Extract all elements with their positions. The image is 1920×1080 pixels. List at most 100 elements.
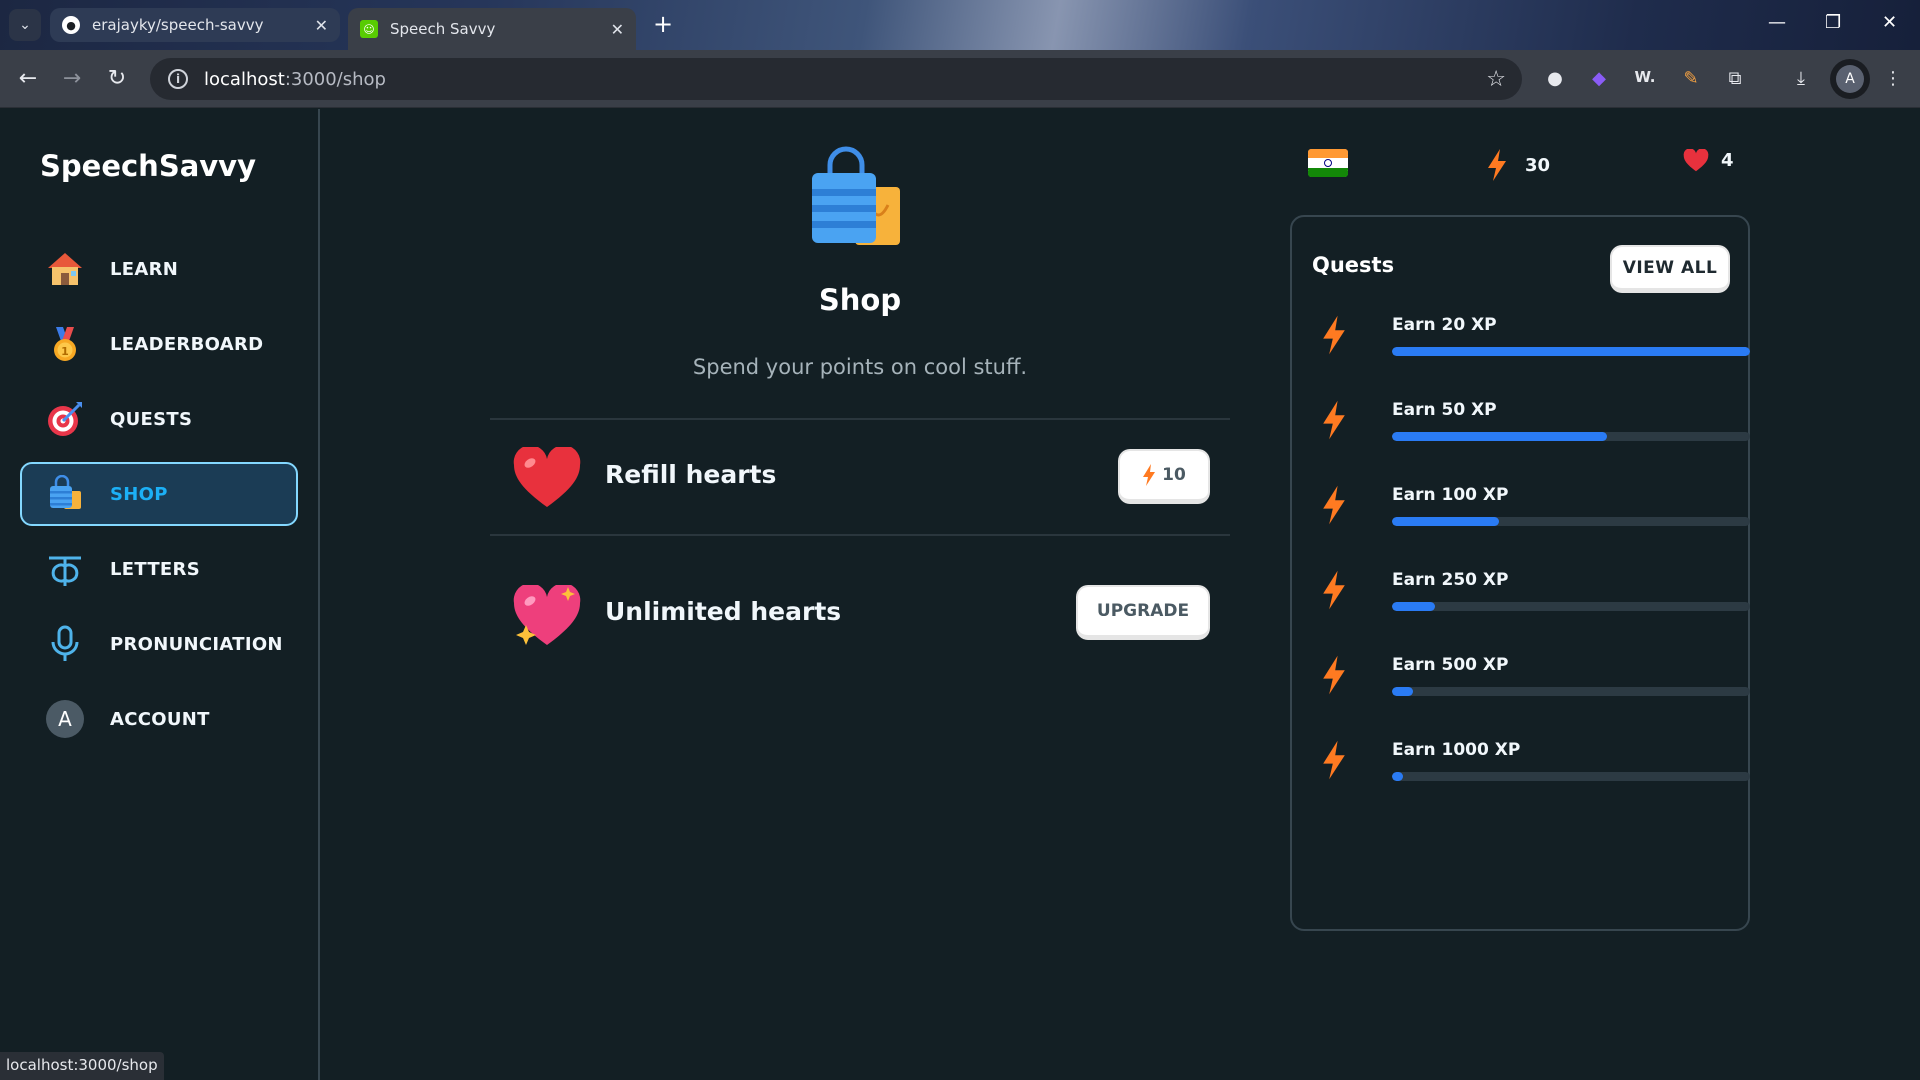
quest-progress-fill <box>1392 347 1750 356</box>
menu-kebab-icon[interactable]: ⋮ <box>1880 68 1906 89</box>
quest-item: Earn 250 XP <box>1312 570 1750 640</box>
quest-label: Earn 20 XP <box>1392 315 1497 335</box>
quest-progress-bar <box>1392 347 1750 356</box>
language-flag[interactable] <box>1308 149 1348 177</box>
sidebar-item-label: SHOP <box>110 483 168 505</box>
bolt-icon <box>1322 655 1346 699</box>
sidebar-item-label: PRONUNCIATION <box>110 633 283 655</box>
sidebar-item-label: LEADERBOARD <box>110 333 264 355</box>
bolt-icon <box>1322 400 1346 444</box>
unlimited-hearts-label: Unlimited hearts <box>605 597 842 626</box>
shopping-bag-icon <box>44 473 86 515</box>
extensions-puzzle-icon[interactable]: ⧉ <box>1722 68 1748 89</box>
sidebar-item-quests[interactable]: QUESTS <box>20 387 298 451</box>
sidebar-item-letters[interactable]: LETTERS <box>20 537 298 601</box>
forward-icon[interactable]: → <box>57 64 87 94</box>
extension-drop-icon[interactable]: ◆ <box>1586 68 1612 89</box>
sidebar-item-label: LETTERS <box>110 558 200 580</box>
sidebar-nav: LEARN 1 LEADERBOARD QUESTS SHOP LETTERS … <box>20 237 298 762</box>
quest-item: Earn 50 XP <box>1312 400 1750 470</box>
divider <box>490 418 1230 420</box>
quest-progress-fill <box>1392 772 1403 781</box>
status-bar-url: localhost:3000/shop <box>0 1052 164 1080</box>
close-window-icon[interactable]: ✕ <box>1882 12 1897 33</box>
quests-title: Quests <box>1312 253 1395 277</box>
tab-search-button[interactable]: ⌄ <box>9 9 41 41</box>
quest-progress-bar <box>1392 432 1750 441</box>
quest-item: Earn 100 XP <box>1312 485 1750 555</box>
refill-hearts-label: Refill hearts <box>605 460 777 489</box>
sidebar-item-label: LEARN <box>110 258 179 280</box>
browser-tab-speech-savvy[interactable]: ☺ Speech Savvy ✕ <box>348 8 636 50</box>
hearts-stat[interactable]: 4 <box>1683 149 1734 172</box>
tab-title: Speech Savvy <box>390 20 496 38</box>
url-host: localhost <box>204 68 285 90</box>
page-subtitle: Spend your points on cool stuff. <box>692 355 1028 379</box>
quest-item: Earn 500 XP <box>1312 655 1750 725</box>
sidebar-item-account[interactable]: A ACCOUNT <box>20 687 298 751</box>
quest-label: Earn 1000 XP <box>1392 740 1521 760</box>
close-icon[interactable]: ✕ <box>611 20 624 39</box>
new-tab-button[interactable]: + <box>650 12 676 38</box>
sidebar-item-leaderboard[interactable]: 1 LEADERBOARD <box>20 312 298 376</box>
page-title: Shop <box>818 283 902 317</box>
browser-tab-github[interactable]: ● erajayky/speech-savvy ✕ <box>50 8 340 42</box>
sidebar-item-pronunciation[interactable]: PRONUNCIATION <box>20 612 298 676</box>
upgrade-button[interactable]: UPGRADE <box>1076 585 1210 640</box>
extension-pen-icon[interactable]: ✎ <box>1678 68 1704 89</box>
reload-icon[interactable]: ↻ <box>102 64 132 94</box>
quest-progress-fill <box>1392 517 1500 526</box>
url-path: :3000/shop <box>284 68 386 90</box>
quests-card: Quests VIEW ALL Earn 20 XP Earn 50 XP Earn… <box>1290 215 1750 931</box>
refill-hearts-cost: 10 <box>1162 465 1186 485</box>
quest-label: Earn 500 XP <box>1392 655 1509 675</box>
quest-label: Earn 50 XP <box>1392 400 1497 420</box>
site-info-icon[interactable]: i <box>168 69 188 89</box>
address-bar[interactable]: i localhost:3000/shop ☆ <box>150 58 1522 100</box>
bolt-icon <box>1322 485 1346 529</box>
quest-item: Earn 1000 XP <box>1312 740 1750 810</box>
browser-tab-bar: ⌄ ● erajayky/speech-savvy ✕ ☺ Speech Sav… <box>0 0 1920 50</box>
quest-progress-bar <box>1392 602 1750 611</box>
app-favicon-icon: ☺ <box>360 20 378 38</box>
refill-hearts-button[interactable]: 10 <box>1118 449 1210 504</box>
back-icon[interactable]: ← <box>13 64 43 94</box>
sidebar-item-learn[interactable]: LEARN <box>20 237 298 301</box>
bookmark-star-icon[interactable]: ☆ <box>1486 67 1506 92</box>
quest-item: Earn 20 XP <box>1312 315 1750 385</box>
house-icon <box>44 248 86 290</box>
app-logo[interactable]: SpeechSavvy <box>40 149 256 183</box>
extension-w-icon[interactable]: W. <box>1632 68 1658 86</box>
github-icon: ● <box>62 16 80 34</box>
quest-progress-bar <box>1392 772 1750 781</box>
bolt-icon <box>1322 740 1346 784</box>
close-icon[interactable]: ✕ <box>315 16 328 35</box>
medal-icon: 1 <box>44 323 86 365</box>
bolt-icon <box>1487 149 1507 181</box>
sidebar-item-label: ACCOUNT <box>110 708 210 730</box>
download-icon[interactable]: ⤓ <box>1788 68 1814 89</box>
account-avatar-icon: A <box>44 698 86 740</box>
bolt-icon <box>1142 464 1156 486</box>
heart-icon <box>512 445 582 513</box>
browser-toolbar: ← → ↻ i localhost:3000/shop ☆ ● ◆ W. ✎ ⧉… <box>0 50 1920 108</box>
microphone-icon <box>44 623 86 665</box>
svg-text:1: 1 <box>61 345 69 358</box>
extension-icon[interactable]: ● <box>1542 68 1568 89</box>
divider <box>490 534 1230 536</box>
avatar-letter: A <box>58 707 72 731</box>
heart-icon <box>1683 149 1709 172</box>
shop-bag-icon <box>810 145 910 253</box>
quest-progress-bar <box>1392 517 1750 526</box>
chevron-down-icon: ⌄ <box>19 17 31 33</box>
target-icon <box>44 398 86 440</box>
profile-button[interactable]: A <box>1830 59 1870 99</box>
points-stat[interactable]: 30 <box>1487 149 1550 181</box>
minimize-icon[interactable]: — <box>1768 12 1786 33</box>
view-all-button[interactable]: VIEW ALL <box>1610 245 1730 293</box>
points-value: 30 <box>1525 154 1551 176</box>
hearts-value: 4 <box>1721 150 1734 171</box>
quest-progress-bar <box>1392 687 1750 696</box>
restore-icon[interactable]: ❐ <box>1825 12 1841 33</box>
sidebar-item-shop[interactable]: SHOP <box>20 462 298 526</box>
